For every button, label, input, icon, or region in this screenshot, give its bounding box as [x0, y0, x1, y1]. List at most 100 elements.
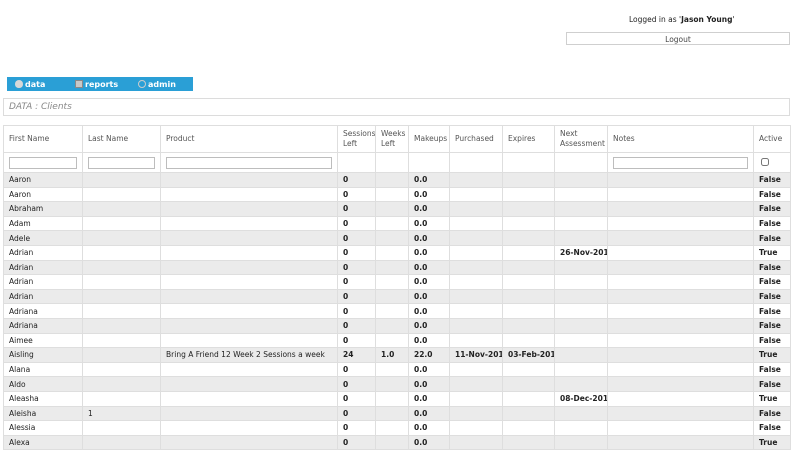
table-row[interactable]: Adrian 0 0.0 False	[3, 259, 791, 276]
cell-next	[554, 332, 608, 349]
filter-first-name-input[interactable]	[9, 156, 77, 169]
cell-notes	[607, 215, 754, 232]
cell-product	[160, 259, 338, 276]
logged-in-suffix: '	[732, 15, 735, 24]
column-header-expires[interactable]: Expires	[502, 125, 555, 153]
column-header-last-name[interactable]: Last Name	[82, 125, 161, 153]
table-row[interactable]: Aimee 0 0.0 False	[3, 332, 791, 349]
filter-active-checkbox[interactable]	[761, 157, 769, 166]
filter-cell	[337, 152, 376, 173]
cell-sessions: 0	[337, 317, 376, 334]
cell-active: False	[753, 420, 791, 436]
table-row[interactable]: Aleisha 1 0 0.0 False	[3, 405, 791, 422]
table-row[interactable]: Alexa 0 0.0 True	[3, 434, 791, 450]
cell-active: True	[753, 434, 791, 450]
cell-purchased	[449, 201, 503, 217]
column-header-purchased[interactable]: Purchased	[449, 125, 503, 153]
table-row[interactable]: Alessia 0 0.0 False	[3, 420, 791, 436]
table-row[interactable]: Adam 0 0.0 False	[3, 215, 791, 232]
cell-product	[160, 434, 338, 450]
cell-active: False	[753, 274, 791, 290]
cell-first: Adrian	[3, 244, 83, 261]
reports-icon	[75, 80, 83, 88]
cell-first: Adriana	[3, 317, 83, 334]
column-header-active[interactable]: Active	[753, 125, 791, 153]
table-row[interactable]: Aleasha 0 0.0 08-Dec-2012 True	[3, 390, 791, 407]
cell-makeups: 0.0	[408, 317, 450, 334]
cell-last	[82, 347, 161, 363]
cell-expires	[502, 405, 555, 422]
cell-last	[82, 201, 161, 217]
table-row[interactable]: Aldo 0 0.0 False	[3, 376, 791, 392]
data-icon	[15, 80, 23, 88]
column-header-notes[interactable]: Notes	[607, 125, 754, 153]
table-row[interactable]: Aaron 0 0.0 False	[3, 186, 791, 203]
cell-weeks	[375, 420, 409, 436]
column-header-next-assessment[interactable]: Next Assessment	[554, 125, 608, 153]
page-title: DATA : Clients	[3, 98, 790, 116]
table-row[interactable]: Adriana 0 0.0 False	[3, 317, 791, 334]
table-row[interactable]: Abraham 0 0.0 False	[3, 201, 791, 217]
cell-next	[554, 361, 608, 378]
table-row[interactable]: Adriana 0 0.0 False	[3, 303, 791, 319]
column-header-makeups[interactable]: Makeups	[408, 125, 450, 153]
cell-expires: 03-Feb-2013	[502, 347, 555, 363]
table-row[interactable]: Alana 0 0.0 False	[3, 361, 791, 378]
cell-sessions: 0	[337, 215, 376, 232]
cell-first: Aimee	[3, 332, 83, 349]
cell-product	[160, 230, 338, 246]
cell-active: False	[753, 201, 791, 217]
table-row[interactable]: Adrian 0 0.0 26-Nov-2012 True	[3, 244, 791, 261]
cell-sessions: 0	[337, 230, 376, 246]
cell-weeks	[375, 361, 409, 378]
cell-sessions: 0	[337, 288, 376, 305]
logout-button[interactable]: Logout	[566, 32, 790, 45]
nav-item-data[interactable]: data	[15, 80, 45, 89]
cell-notes	[607, 186, 754, 203]
cell-active: False	[753, 332, 791, 349]
cell-last	[82, 172, 161, 188]
cell-makeups: 0.0	[408, 303, 450, 319]
cell-makeups: 0.0	[408, 230, 450, 246]
column-header-sessions-left[interactable]: Sessions Left	[337, 125, 376, 153]
cell-sessions: 0	[337, 420, 376, 436]
filter-row	[3, 152, 791, 173]
cell-weeks	[375, 259, 409, 276]
cell-product	[160, 420, 338, 436]
cell-next	[554, 288, 608, 305]
filter-product-input[interactable]	[166, 156, 332, 169]
column-header-product[interactable]: Product	[160, 125, 338, 153]
filter-last-name-input[interactable]	[88, 156, 155, 169]
table-row[interactable]: Adrian 0 0.0 False	[3, 274, 791, 290]
table-row[interactable]: Aaron 0 0.0 False	[3, 172, 791, 188]
cell-product	[160, 186, 338, 203]
cell-first: Adrian	[3, 274, 83, 290]
cell-purchased	[449, 230, 503, 246]
filter-notes-input[interactable]	[613, 156, 748, 169]
cell-active: True	[753, 390, 791, 407]
nav-item-reports[interactable]: reports	[75, 80, 118, 89]
cell-first: Adrian	[3, 288, 83, 305]
nav-item-reports-label: reports	[85, 79, 119, 89]
nav-item-data-label: data	[25, 79, 46, 89]
table-row[interactable]: Adrian 0 0.0 False	[3, 288, 791, 305]
cell-first: Aleasha	[3, 390, 83, 407]
table-row[interactable]: Aisling Bring A Friend 12 Week 2 Sessions…	[3, 347, 791, 363]
cell-expires	[502, 172, 555, 188]
cell-makeups: 0.0	[408, 376, 450, 392]
cell-expires	[502, 332, 555, 349]
column-header-weeks-left[interactable]: Weeks Left	[375, 125, 409, 153]
nav-item-admin[interactable]: admin	[138, 80, 176, 89]
cell-weeks	[375, 274, 409, 290]
column-header-first-name[interactable]: First Name	[3, 125, 83, 153]
table-row[interactable]: Adele 0 0.0 False	[3, 230, 791, 246]
cell-notes	[607, 390, 754, 407]
cell-sessions: 0	[337, 186, 376, 203]
cell-weeks	[375, 172, 409, 188]
cell-makeups: 0.0	[408, 259, 450, 276]
cell-next	[554, 420, 608, 436]
cell-weeks	[375, 376, 409, 392]
cell-active: False	[753, 303, 791, 319]
cell-makeups: 0.0	[408, 434, 450, 450]
cell-active: False	[753, 288, 791, 305]
